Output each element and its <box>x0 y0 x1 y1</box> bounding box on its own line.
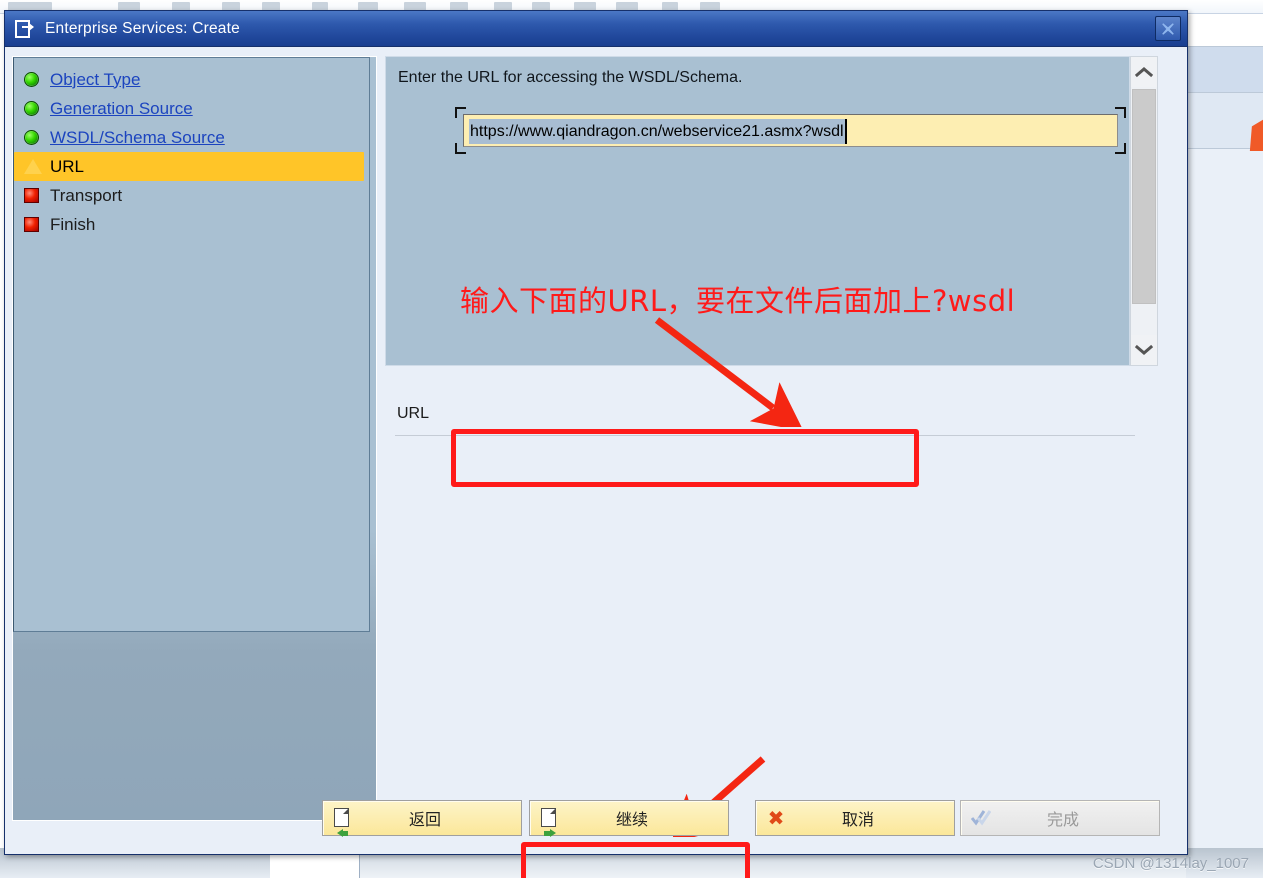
description-scrollbar[interactable] <box>1130 56 1158 366</box>
sidebar-item-finish[interactable]: Finish <box>14 210 369 239</box>
field-separator <box>395 435 1135 436</box>
check-marks-icon <box>961 809 1001 827</box>
wizard-content: Enter the URL for accessing the WSDL/Sch… <box>385 56 1175 821</box>
sidebar-item-label: Finish <box>50 214 96 234</box>
yellow-triangle-icon <box>24 159 50 174</box>
chevron-up-icon[interactable] <box>1131 57 1157 87</box>
screen: ☗ Enterprise Services: Create <box>0 0 1263 878</box>
url-input-wrapper: https://www.qiandragon.cn/webservice21.a… <box>455 107 1126 154</box>
enterprise-services-create-dialog: Enterprise Services: Create Object Type <box>4 10 1188 878</box>
background-row <box>1186 46 1263 92</box>
sidebar-item-label: Generation Source <box>50 98 193 118</box>
sidebar-item-transport[interactable]: Transport <box>14 181 369 210</box>
chevron-down-icon[interactable] <box>1131 335 1157 365</box>
cancel-x-icon: ✖ <box>767 806 785 830</box>
green-dot-icon <box>24 130 50 145</box>
background-logo-icon: ☗ <box>1246 112 1263 158</box>
dialog-body: Object Type Generation Source WSDL/Schem… <box>5 47 1187 878</box>
finish-button: 完成 <box>960 800 1160 836</box>
cancel-button-label: 取消 <box>841 810 874 829</box>
sidebar-item-label: Transport <box>50 185 123 205</box>
scrollbar-thumb[interactable] <box>1132 89 1156 304</box>
wizard-step-list: Object Type Generation Source WSDL/Schem… <box>14 65 369 239</box>
dialog-button-bar: 返回 继续 ✖ 取消 完成 <box>5 788 1187 854</box>
back-button-label: 返回 <box>408 810 441 829</box>
red-square-icon <box>24 217 50 232</box>
sidebar-item-label: Object Type <box>50 69 141 89</box>
close-icon[interactable] <box>1155 16 1181 41</box>
sidebar-item-label: URL <box>50 156 85 176</box>
continue-button[interactable]: 继续 <box>529 800 729 837</box>
sidebar-item-generation-source[interactable]: Generation Source <box>14 94 369 123</box>
dialog-title: Enterprise Services: Create <box>45 19 240 37</box>
annotation-note-text: 输入下面的URL，要在文件后面加上?wsdl <box>460 284 1016 318</box>
window-create-icon <box>15 19 37 38</box>
text-caret <box>845 119 847 144</box>
url-field-label: URL <box>397 405 430 422</box>
sidebar-item-url[interactable]: URL <box>14 152 364 181</box>
sidebar-item-label: WSDL/Schema Source <box>50 127 225 147</box>
continue-button-label: 继续 <box>615 810 648 829</box>
sidebar-item-object-type[interactable]: Object Type <box>14 65 369 94</box>
wizard-roadmap: Object Type Generation Source WSDL/Schem… <box>12 56 377 821</box>
url-field-row: URL <box>385 393 1145 441</box>
description-text: Enter the URL for accessing the WSDL/Sch… <box>398 69 743 86</box>
red-square-icon <box>24 188 50 203</box>
cancel-button[interactable]: ✖ 取消 <box>755 800 955 836</box>
url-input[interactable]: https://www.qiandragon.cn/webservice21.a… <box>463 114 1118 147</box>
back-button[interactable]: 返回 <box>322 800 522 837</box>
background-row <box>1186 148 1263 878</box>
green-dot-icon <box>24 72 50 87</box>
document-forward-icon <box>530 808 570 837</box>
document-back-icon <box>323 808 363 837</box>
dialog-titlebar: Enterprise Services: Create <box>5 11 1187 47</box>
sidebar-item-wsdl-schema-source[interactable]: WSDL/Schema Source <box>14 123 369 152</box>
green-dot-icon <box>24 101 50 116</box>
finish-button-label: 完成 <box>1046 810 1079 829</box>
url-input-value: https://www.qiandragon.cn/webservice21.a… <box>469 119 845 144</box>
